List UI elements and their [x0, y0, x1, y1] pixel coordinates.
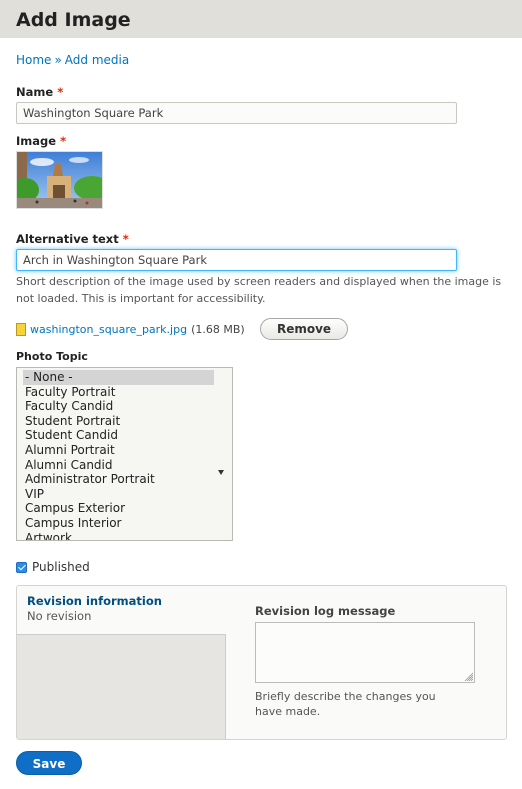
revision-log-field: Revision log message Briefly describe th…: [255, 604, 475, 719]
required-marker: *: [122, 232, 129, 246]
chevron-down-icon[interactable]: [218, 470, 224, 475]
form-content: Home» Add media: [0, 53, 522, 67]
image-thumbnail[interactable]: [16, 151, 103, 209]
resize-handle-icon[interactable]: [463, 671, 473, 681]
file-image-icon: [16, 322, 26, 336]
alt-text-input[interactable]: [16, 249, 457, 271]
select-option[interactable]: Campus Exterior: [17, 501, 232, 516]
required-marker: *: [60, 134, 67, 148]
alt-text-label: Alternative text *: [16, 232, 129, 246]
breadcrumb-home[interactable]: Home: [16, 53, 51, 67]
image-label-text: Image: [16, 134, 57, 148]
page-header: Add Image: [0, 0, 522, 38]
revision-summary: No revision: [27, 609, 92, 623]
revision-log-description: Briefly describe the changes you have ma…: [255, 690, 436, 718]
breadcrumb: Home» Add media: [16, 53, 506, 67]
published-checkbox[interactable]: [16, 561, 27, 573]
photo-topic-select[interactable]: - None - Faculty Portrait Faculty Candid…: [16, 367, 233, 541]
select-option[interactable]: Alumni Portrait: [17, 443, 232, 458]
select-option[interactable]: - None -: [23, 370, 214, 385]
select-option[interactable]: Artwork: [17, 531, 232, 540]
name-label-text: Name: [16, 85, 54, 99]
revision-panel: Revision information No revision Revisio…: [16, 585, 507, 740]
revision-tab[interactable]: Revision information No revision: [17, 586, 226, 634]
select-option[interactable]: Faculty Portrait: [17, 385, 232, 400]
page-title: Add Image: [16, 9, 131, 31]
breadcrumb-separator: »: [54, 53, 62, 67]
breadcrumb-add-media[interactable]: Add media: [65, 53, 129, 67]
name-input[interactable]: [16, 102, 457, 124]
name-label: Name *: [16, 85, 63, 99]
select-option[interactable]: Faculty Candid: [17, 399, 232, 414]
select-option[interactable]: Student Portrait: [17, 414, 232, 429]
arch-photo-icon: [17, 152, 102, 208]
image-label: Image *: [16, 134, 66, 148]
remove-button[interactable]: Remove: [260, 318, 348, 340]
select-option[interactable]: Administrator Portrait: [17, 472, 232, 487]
revision-log-label: Revision log message: [255, 604, 396, 618]
photo-topic-label: Photo Topic: [16, 350, 88, 363]
vertical-tabs-fill: [17, 634, 226, 739]
published-field: Published: [16, 560, 90, 574]
file-link[interactable]: washington_square_park.jpg: [30, 323, 187, 336]
alt-text-label-text: Alternative text: [16, 232, 119, 246]
revision-info-title[interactable]: Revision information: [27, 594, 216, 608]
file-size: (1.68 MB): [191, 322, 245, 336]
required-marker: *: [57, 85, 64, 99]
select-option[interactable]: Alumni Candid: [17, 458, 232, 473]
select-option[interactable]: Campus Interior: [17, 516, 232, 531]
revision-log-textarea[interactable]: [255, 622, 475, 683]
select-option[interactable]: VIP: [17, 487, 232, 502]
alt-text-description: Short description of the image used by s…: [16, 275, 502, 305]
published-label[interactable]: Published: [32, 560, 90, 574]
file-row: washington_square_park.jpg (1.68 MB): [16, 318, 245, 340]
select-option[interactable]: Student Candid: [17, 428, 232, 443]
save-button[interactable]: Save: [16, 751, 82, 775]
